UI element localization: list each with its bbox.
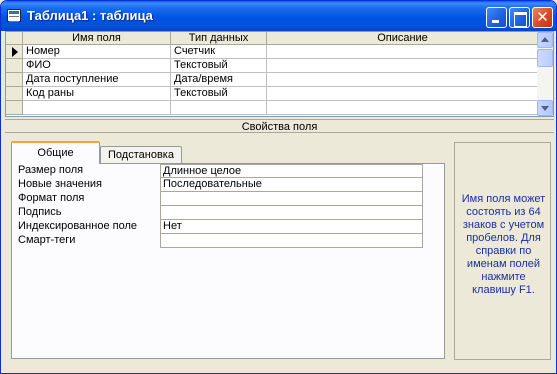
scroll-up-button[interactable] [537,32,553,48]
field-name-cell[interactable]: Номер [23,45,171,59]
property-value-new-values[interactable]: Последовательные [160,178,423,192]
data-type-cell[interactable]: Текстовый [171,59,267,73]
table-row[interactable]: Дата поступление Дата/время [6,73,539,87]
row-selector[interactable] [6,87,23,101]
field-name-cell[interactable]: Код раны [23,87,171,101]
property-value-indexed[interactable]: Нет [160,220,423,234]
header-selector [6,32,23,45]
property-label: Размер поля [18,164,84,176]
general-properties-panel: Размер поля Длинное целое Новые значения… [11,163,445,359]
title-bar[interactable]: Таблица1 : таблица ✕ [1,1,556,31]
table-icon[interactable] [7,9,21,22]
data-type-cell[interactable]: Дата/время [171,73,267,87]
close-button[interactable]: ✕ [532,7,553,28]
row-selector[interactable] [6,45,23,59]
property-row: Подпись [18,206,423,220]
description-cell[interactable] [267,87,539,101]
table-row[interactable] [6,101,539,115]
table-row[interactable]: ФИО Текстовый [6,59,539,73]
row-selector[interactable] [6,73,23,87]
property-label: Смарт-теги [18,234,76,246]
description-cell[interactable] [267,101,539,115]
header-description[interactable]: Описание [267,32,539,45]
scroll-thumb[interactable] [537,49,553,67]
scroll-down-button[interactable] [537,100,553,116]
row-selector[interactable] [6,101,23,115]
minimize-button[interactable] [486,7,507,28]
field-properties-title: Свойства поля [5,119,554,133]
maximize-button[interactable] [509,7,530,28]
vertical-scrollbar[interactable] [537,32,553,116]
property-row: Размер поля Длинное целое [18,164,423,178]
property-value-smart-tags[interactable] [160,234,423,248]
close-icon: ✕ [536,8,549,26]
data-type-cell[interactable]: Текстовый [171,87,267,101]
field-name-cell[interactable]: ФИО [23,59,171,73]
row-selector[interactable] [6,59,23,73]
property-value-caption[interactable] [160,206,423,220]
property-row: Новые значения Последовательные [18,178,423,192]
window-title: Таблица1 : таблица [27,8,153,23]
data-type-cell[interactable] [171,101,267,115]
property-label: Индексированное поле [18,220,137,232]
data-type-cell[interactable]: Счетчик [171,45,267,59]
table-row[interactable]: Код раны Текстовый [6,87,539,101]
help-panel: Имя поля может состоять из 64 знаков с у… [454,142,551,360]
tab-general[interactable]: Общие [11,141,100,164]
field-grid: Имя поля Тип данных Описание Номер Счетч… [5,31,554,117]
field-name-cell[interactable] [23,101,171,115]
table-design-window: Таблица1 : таблица ✕ Имя поля Тип данных… [0,0,557,374]
description-cell[interactable] [267,59,539,73]
property-value-field-size[interactable]: Длинное целое [160,164,423,178]
field-name-cell[interactable]: Дата поступление [23,73,171,87]
help-text: Имя поля может состоять из 64 знаков с у… [461,193,546,296]
property-row: Индексированное поле Нет [18,220,423,234]
property-label: Новые значения [18,178,103,190]
property-row: Формат поля [18,192,423,206]
property-label: Подпись [18,206,62,218]
description-cell[interactable] [267,73,539,87]
current-row-arrow-icon [12,47,18,57]
table-row[interactable]: Номер Счетчик [6,45,539,59]
property-value-format[interactable] [160,192,423,206]
property-row: Смарт-теги [18,234,423,248]
header-field-name[interactable]: Имя поля [23,32,171,45]
description-cell[interactable] [267,45,539,59]
grid-header: Имя поля Тип данных Описание [6,32,539,45]
tab-lookup[interactable]: Подстановка [100,146,182,164]
header-data-type[interactable]: Тип данных [171,32,267,45]
property-label: Формат поля [18,192,85,204]
